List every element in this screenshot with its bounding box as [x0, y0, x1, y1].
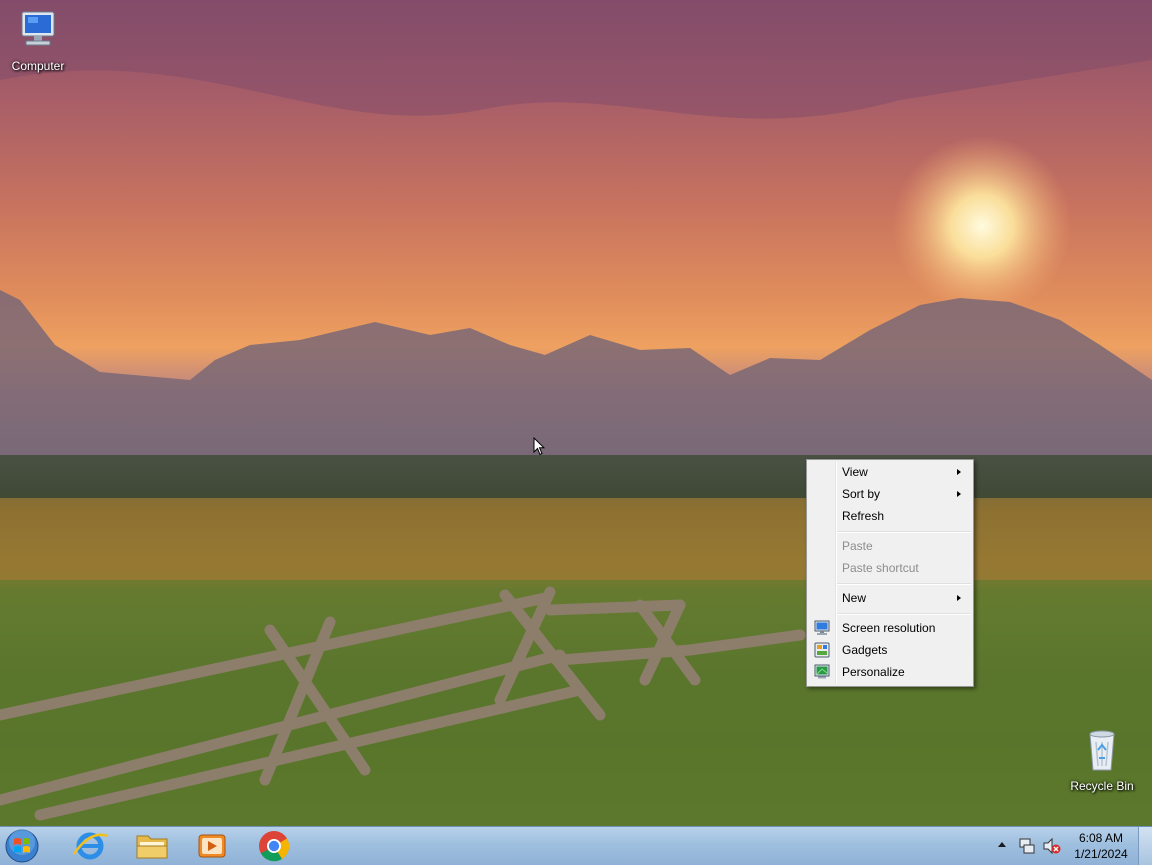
monitor-icon [814, 620, 830, 635]
menu-item-label: Refresh [842, 509, 885, 523]
menu-item-view[interactable]: View [809, 461, 969, 483]
menu-item-paste-shortcut[interactable]: Paste shortcut [809, 557, 969, 579]
internet-explorer-icon [72, 832, 109, 860]
menu-item-label: New [842, 591, 867, 605]
menu-separator [837, 613, 971, 615]
menu-item-paste[interactable]: Paste [809, 535, 969, 557]
menu-separator [837, 583, 971, 585]
personalize-icon [814, 664, 830, 679]
chrome-icon [259, 831, 290, 862]
taskbar-windows-explorer[interactable] [124, 828, 180, 864]
desktop-icon-recycle-bin[interactable]: Recycle Bin [1064, 728, 1140, 793]
desktop[interactable]: Computer Recycle Bin View Sort by Refres… [0, 0, 1152, 826]
clock-time: 6:08 AM [1078, 831, 1124, 845]
menu-item-label: View [842, 465, 868, 479]
network-icon[interactable] [1018, 837, 1036, 855]
taskbar: 6:08 AM 1/21/2024 [0, 826, 1152, 865]
clouds [0, 0, 1152, 119]
submenu-arrow-icon [957, 595, 961, 601]
menu-item-new[interactable]: New [809, 587, 969, 609]
gadgets-icon [814, 642, 830, 658]
volume-muted-icon[interactable] [1042, 837, 1062, 855]
menu-item-label: Gadgets [842, 643, 888, 657]
sun [892, 136, 1072, 316]
menu-separator [837, 531, 971, 533]
desktop-icon-label: Computer [11, 59, 65, 73]
menu-item-gadgets[interactable]: Gadgets [809, 639, 969, 661]
clock-date: 1/21/2024 [1074, 847, 1128, 861]
menu-item-personalize[interactable]: Personalize [809, 661, 969, 683]
folder-icon [136, 835, 168, 859]
submenu-arrow-icon [957, 491, 961, 497]
taskbar-windows-media-player[interactable] [184, 828, 240, 864]
taskbar-google-chrome[interactable] [246, 828, 302, 864]
media-player-icon [198, 834, 226, 858]
desktop-context-menu: View Sort by Refresh Paste Paste shortcu… [806, 459, 974, 687]
desktop-icon-computer[interactable]: Computer [0, 8, 76, 73]
wallpaper-landscape [0, 0, 1152, 826]
start-button[interactable] [2, 828, 48, 864]
desktop-icon-label: Recycle Bin [1070, 779, 1134, 793]
mountain-range [0, 290, 1152, 455]
menu-item-label: Paste shortcut [842, 561, 919, 575]
meadow [0, 498, 1152, 588]
computer-icon [21, 11, 55, 46]
menu-item-label: Paste [842, 539, 873, 553]
show-hidden-icons-arrow[interactable] [998, 842, 1006, 847]
menu-item-refresh[interactable]: Refresh [809, 505, 969, 527]
menu-item-label: Sort by [842, 487, 881, 501]
system-clock[interactable]: 6:08 AM 1/21/2024 [1064, 830, 1138, 862]
menu-item-label: Screen resolution [842, 621, 936, 635]
taskbar-internet-explorer[interactable] [62, 828, 118, 864]
windows-orb-icon [5, 829, 39, 863]
menu-item-screen-resolution[interactable]: Screen resolution [809, 617, 969, 639]
recycle-bin-icon [1089, 730, 1115, 771]
menu-item-label: Personalize [842, 665, 905, 679]
mouse-cursor [533, 437, 545, 456]
show-desktop-button[interactable] [1138, 827, 1152, 865]
menu-item-sort-by[interactable]: Sort by [809, 483, 969, 505]
submenu-arrow-icon [957, 469, 961, 475]
treeline [0, 455, 1152, 500]
